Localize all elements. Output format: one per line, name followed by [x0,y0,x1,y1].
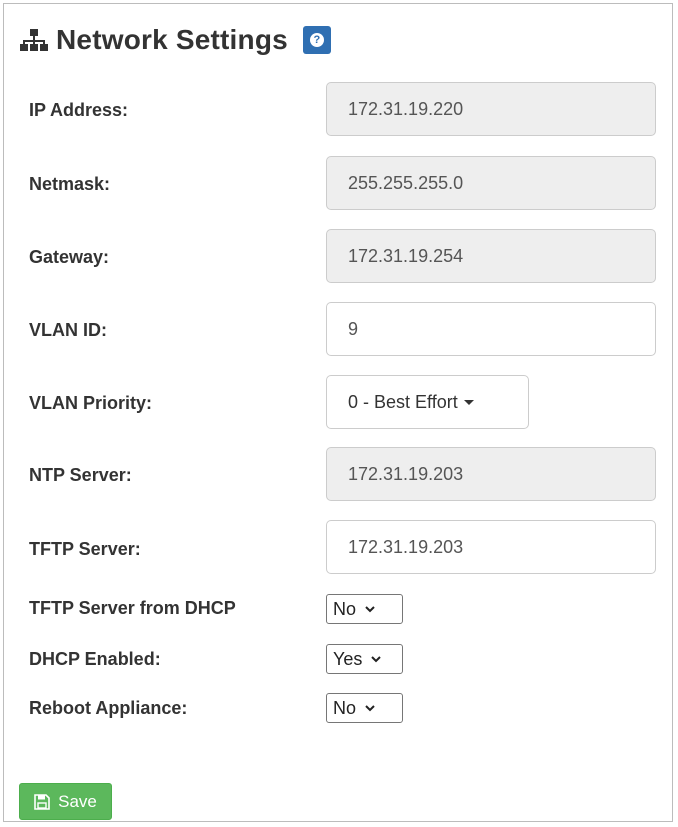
reboot-appliance-select[interactable]: No [326,693,403,723]
dhcp-enabled-select[interactable]: Yes [326,644,403,674]
ip-address-field: 172.31.19.220 [326,82,656,136]
vlan-priority-label: VLAN Priority: [29,393,153,413]
panel-header: Network Settings ? [20,20,331,60]
netmask-field: 255.255.255.0 [326,156,656,210]
gateway-field: 172.31.19.254 [326,229,656,283]
reboot-appliance-value: No [333,698,357,718]
tftp-from-dhcp-value: No [333,599,357,619]
network-settings-panel: Network Settings ? IP Address: 172.31.19… [3,3,673,822]
chevron-down-icon [365,606,375,613]
floppy-disk-icon [34,793,50,810]
chevron-down-icon [371,656,382,663]
page-title: Network Settings [56,24,288,55]
vlan-priority-dropdown[interactable]: 0 - Best Effort [326,375,529,429]
vlan-priority-value: 0 - Best Effort [348,392,458,412]
reboot-appliance-label: Reboot Appliance: [29,698,188,718]
ip-address-label: IP Address: [29,100,129,120]
ntp-server-label: NTP Server: [29,465,132,485]
tftp-server-input[interactable]: 172.31.19.203 [326,520,656,574]
tftp-from-dhcp-label: TFTP Server from DHCP [29,598,236,618]
tftp-server-label: TFTP Server: [29,539,141,559]
netmask-label: Netmask: [29,174,111,194]
dhcp-enabled-value: Yes [333,649,363,669]
vlan-id-input[interactable]: 9 [326,302,656,356]
vlan-id-label: VLAN ID: [29,320,107,340]
dhcp-enabled-label: DHCP Enabled: [29,649,161,669]
gateway-label: Gateway: [29,247,110,267]
save-button[interactable]: Save [19,783,112,820]
help-button[interactable]: ? [302,26,331,54]
save-button-label: Save [58,791,97,811]
caret-down-icon [463,399,474,405]
ntp-server-field: 172.31.19.203 [326,447,656,501]
tftp-from-dhcp-select[interactable]: No [326,594,403,624]
question-circle-icon: ? [309,33,324,47]
sitemap-icon [20,29,48,51]
chevron-down-icon [365,705,375,712]
